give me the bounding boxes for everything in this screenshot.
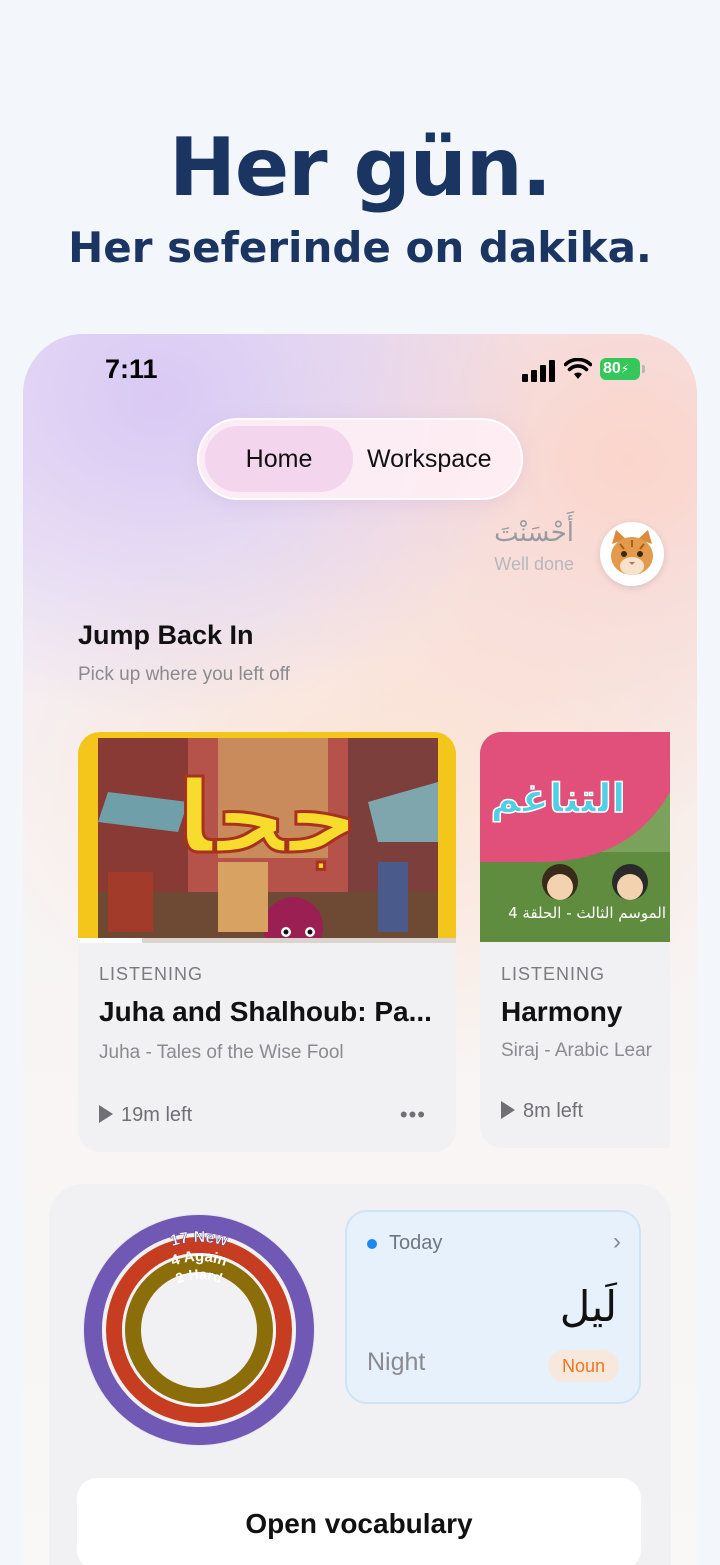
hero-headline: Her gün. Her seferinde on dakika. — [0, 118, 720, 278]
episode-series: Juha - Tales of the Wise Fool — [99, 1042, 344, 1063]
tab-workspace[interactable]: Workspace — [367, 426, 517, 492]
word-translation: Night — [367, 1348, 426, 1376]
play-icon — [99, 1105, 113, 1123]
status-bar: 7:11 80⚡ — [23, 352, 697, 392]
more-options-icon[interactable]: ••• — [400, 1102, 426, 1128]
avatar[interactable] — [600, 522, 664, 586]
arabic-word: لَيل — [559, 1282, 617, 1331]
time-remaining: 19m left — [99, 1104, 192, 1127]
cat-avatar-icon — [601, 523, 663, 585]
today-label: Today — [389, 1232, 443, 1254]
review-rings-chart[interactable]: 17 New 4 Again 2 Hard — [77, 1208, 321, 1452]
section-title: Jump Back In — [78, 620, 254, 650]
status-time: 7:11 — [105, 354, 158, 384]
part-of-speech-badge: Noun — [547, 1350, 619, 1382]
artwork-title: التناغم — [490, 776, 625, 822]
episode-title: Juha and Shalhoub: Pa... — [99, 996, 432, 1027]
battery-level: 80 — [603, 360, 621, 377]
artwork-caption: الموسم الثالث - الحلقة 4 — [508, 904, 666, 922]
today-dot-icon — [367, 1239, 377, 1249]
hero-title: Her gün. — [168, 121, 552, 214]
hero-subtitle: Her seferinde on dakika. — [68, 223, 652, 272]
section-subtitle: Pick up where you left off — [78, 664, 290, 685]
time-remaining-label: 19m left — [121, 1104, 193, 1126]
play-icon — [501, 1101, 515, 1119]
content-kind: LISTENING — [501, 964, 606, 984]
greeting-arabic: أَحْسَنْتَ — [494, 518, 574, 548]
listening-progress — [78, 938, 456, 943]
open-vocabulary-button[interactable]: Open vocabulary — [77, 1478, 641, 1565]
battery-icon: 80⚡ — [600, 358, 645, 380]
episode-card[interactable]: جحا LISTENING Juha and Shalhoub: Pa... J… — [78, 732, 456, 1152]
episode-artwork: التناغم الموسم الثالث - الحلقة 4 — [480, 732, 670, 942]
time-remaining-label: 8m left — [523, 1100, 584, 1122]
chevron-right-icon: › — [613, 1228, 621, 1255]
episode-card[interactable]: التناغم الموسم الثالث - الحلقة 4 LISTENI… — [480, 732, 670, 1148]
episode-title: Harmony — [501, 996, 623, 1027]
tab-home[interactable]: Home — [205, 426, 353, 492]
phone-screen: 7:11 80⚡ Home Workspace أَحْسَنْتَ Well … — [23, 334, 697, 1565]
greeting-english: Well done — [494, 554, 574, 574]
vocabulary-panel: 17 New 4 Again 2 Hard Today › لَيل Night… — [49, 1184, 671, 1565]
episode-artwork: جحا — [78, 732, 456, 942]
content-kind: LISTENING — [99, 964, 204, 984]
artwork-title: جحا — [177, 759, 359, 876]
ring-hard — [125, 1256, 273, 1404]
word-of-the-day-card[interactable]: Today › لَيل Night Noun — [345, 1210, 641, 1404]
wifi-icon — [564, 358, 592, 379]
time-remaining: 8m left — [501, 1100, 583, 1123]
home-workspace-switch: Home Workspace — [197, 418, 523, 500]
greeting: أَحْسَنْتَ Well done — [494, 518, 574, 575]
episode-series: Siraj - Arabic Lear — [501, 1040, 653, 1061]
cellular-signal-icon — [522, 360, 556, 382]
